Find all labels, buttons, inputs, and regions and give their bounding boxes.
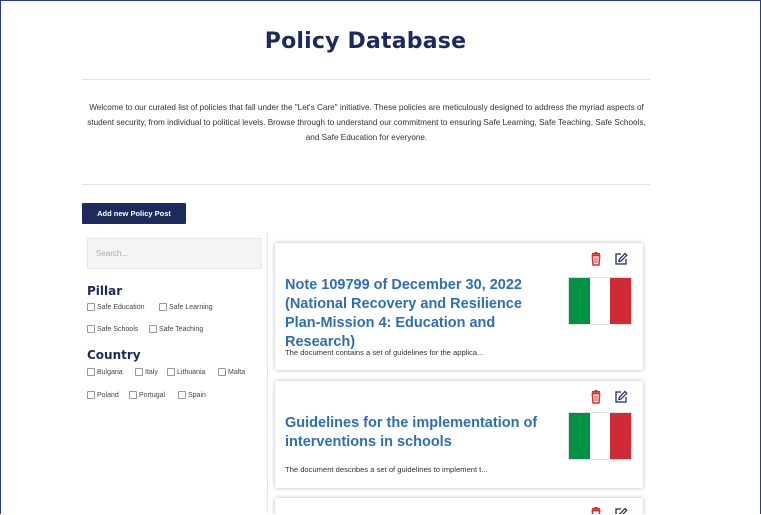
pillar-option-safe-education[interactable]: Safe Education	[87, 303, 144, 311]
page-title: Policy Database	[264, 29, 467, 54]
country-option-italy[interactable]: Italy	[135, 368, 158, 376]
pillar-filter-heading: Pillar	[87, 284, 123, 298]
pillar-option-safe-learning[interactable]: Safe Learning	[159, 303, 213, 311]
trash-icon[interactable]	[589, 252, 603, 266]
checkbox[interactable]	[135, 368, 143, 376]
policy-card[interactable]: Note 109799 of December 30, 2022 (Nation…	[275, 243, 643, 370]
policy-title-link[interactable]: Guidelines for the implementation of int…	[285, 414, 555, 452]
divider-bottom	[82, 184, 650, 185]
checkbox[interactable]	[87, 303, 95, 311]
edit-icon[interactable]	[614, 252, 628, 266]
policy-card[interactable]: Guidelines for the implementation of int…	[275, 381, 643, 488]
checkbox[interactable]	[149, 325, 157, 333]
pillar-option-safe-teaching[interactable]: Safe Teaching	[149, 325, 203, 333]
search-input[interactable]	[87, 238, 262, 269]
country-filter-heading: Country	[87, 348, 141, 362]
sidebar-divider	[267, 233, 268, 514]
country-option-poland[interactable]: Poland	[87, 391, 119, 399]
add-policy-button[interactable]: Add new Policy Post	[82, 203, 186, 224]
country-option-spain[interactable]: Spain	[178, 391, 206, 399]
italy-flag	[569, 278, 632, 324]
italy-flag	[569, 413, 632, 459]
pillar-option-safe-schools[interactable]: Safe Schools	[87, 325, 138, 333]
trash-icon[interactable]	[589, 390, 603, 404]
checkbox[interactable]	[129, 391, 137, 399]
country-option-bulgaria[interactable]: Bulgaria	[87, 368, 123, 376]
trash-icon[interactable]	[589, 507, 603, 514]
checkbox[interactable]	[178, 391, 186, 399]
policy-title-link[interactable]: Note 109799 of December 30, 2022 (Nation…	[285, 276, 555, 352]
checkbox[interactable]	[218, 368, 226, 376]
country-option-portugal[interactable]: Portugal	[129, 391, 165, 399]
edit-icon[interactable]	[614, 390, 628, 404]
intro-text: Welcome to our curated list of policies …	[87, 103, 646, 142]
checkbox[interactable]	[87, 391, 95, 399]
country-option-malta[interactable]: Malta	[218, 368, 245, 376]
policy-card[interactable]	[275, 498, 643, 514]
policy-description: The document describes a set of guidelin…	[285, 465, 488, 474]
policy-description: The document contains a set of guideline…	[285, 348, 484, 357]
checkbox[interactable]	[167, 368, 175, 376]
divider-top	[82, 79, 650, 80]
checkbox[interactable]	[159, 303, 167, 311]
edit-icon[interactable]	[614, 507, 628, 514]
checkbox[interactable]	[87, 368, 95, 376]
country-option-lithuania[interactable]: Lithuania	[167, 368, 205, 376]
checkbox[interactable]	[87, 325, 95, 333]
page-frame: Policy Database Welcome to our curated l…	[0, 0, 761, 514]
